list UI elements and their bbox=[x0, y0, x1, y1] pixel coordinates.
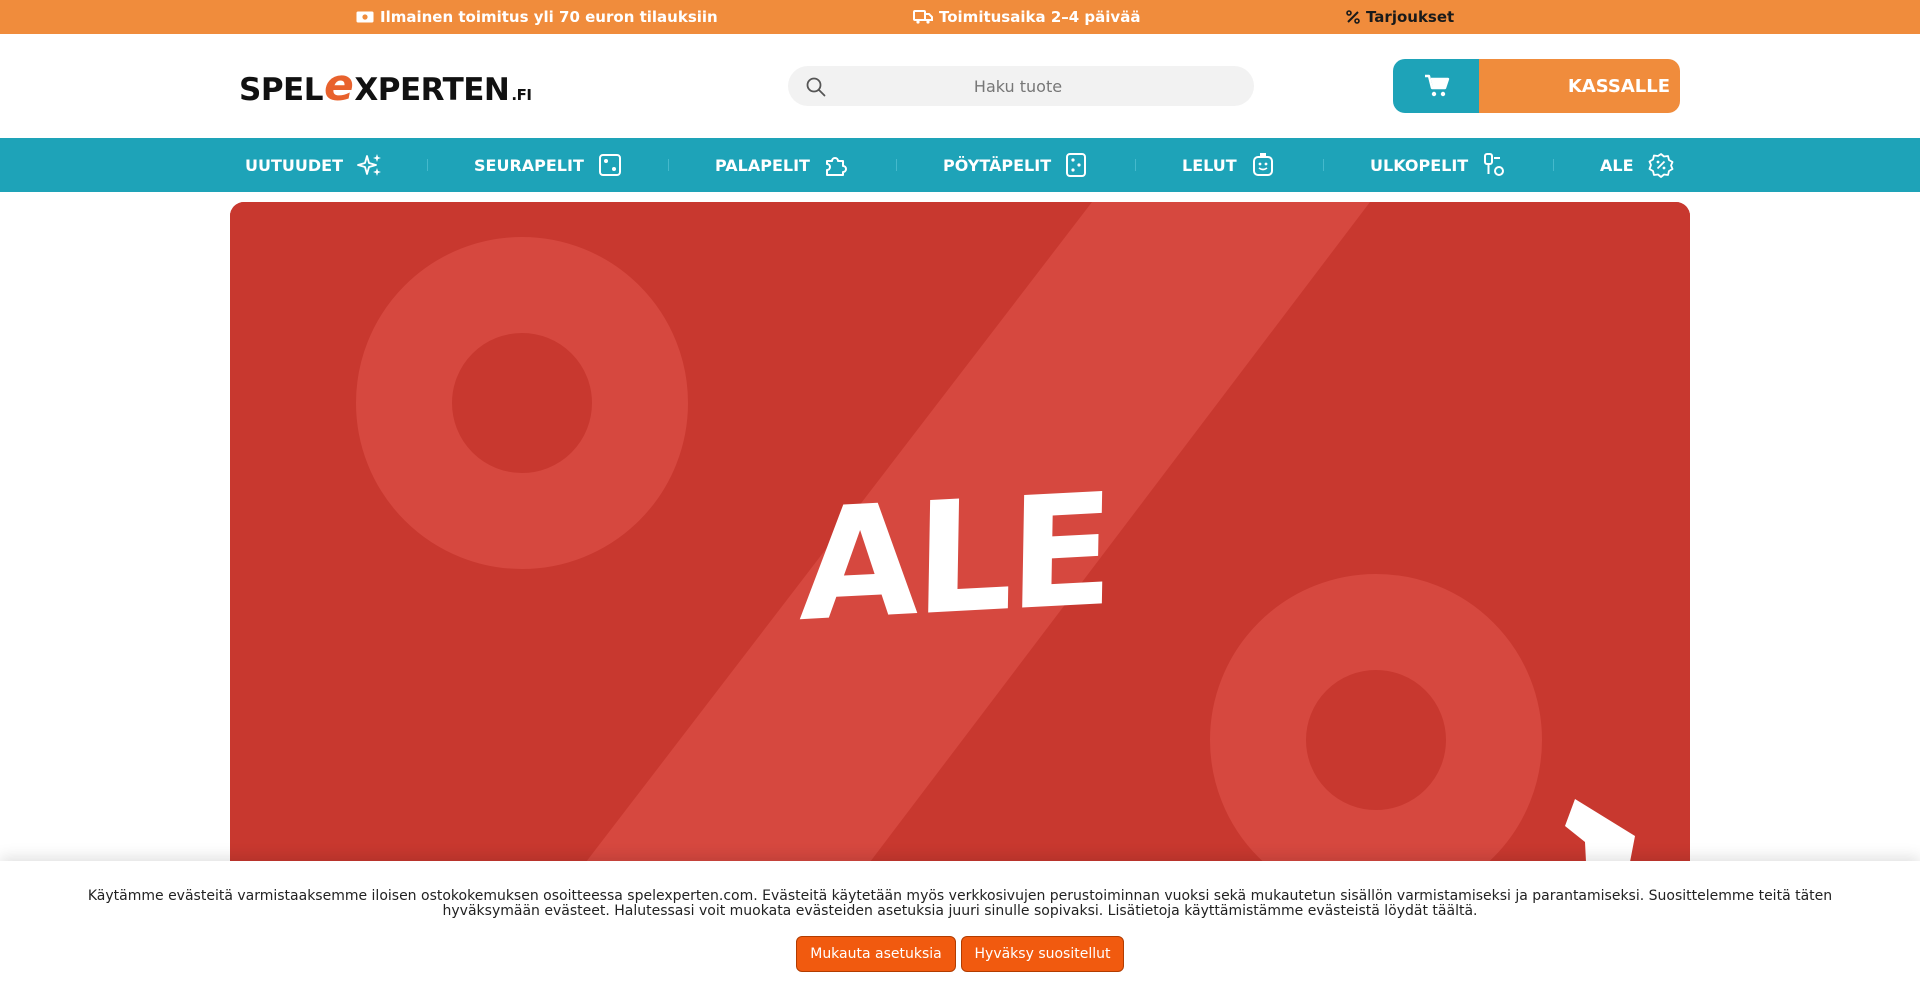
customize-cookies-button[interactable]: Mukauta asetuksia bbox=[796, 936, 956, 972]
nav-separator bbox=[1323, 159, 1324, 171]
free-shipping-notice: Ilmainen toimitus yli 70 euron tilauksii… bbox=[356, 8, 718, 26]
nav-separator bbox=[1135, 159, 1136, 171]
truck-icon bbox=[913, 10, 933, 24]
nav-label: PÖYTÄPELIT bbox=[943, 155, 1052, 175]
logo-wordmark: SPEL e XPERTEN .FI bbox=[239, 64, 544, 117]
board-game-icon bbox=[1066, 153, 1087, 177]
nav-item-uutuudet[interactable]: UUTUUDET bbox=[245, 138, 383, 192]
nav-item-seurapelit[interactable]: SEURAPELIT bbox=[474, 138, 622, 192]
sale-title: ALE bbox=[795, 461, 1115, 657]
logo-part-fi: .FI bbox=[511, 86, 532, 104]
site-logo[interactable]: SPEL e XPERTEN .FI bbox=[239, 64, 544, 109]
cookie-consent-bar: Käytämme evästeitä varmistaaksemme ilois… bbox=[0, 861, 1920, 993]
nav-item-lelut[interactable]: LELUT bbox=[1182, 138, 1275, 192]
nav-item-palapelit[interactable]: PALAPELIT bbox=[715, 138, 850, 192]
toy-icon bbox=[1252, 153, 1273, 176]
main-navigation: UUTUUDET SEURAPELIT PALAPELIT PÖYTÄPELIT… bbox=[0, 138, 1920, 192]
search-bar bbox=[788, 66, 1254, 106]
logo-part-e: e bbox=[323, 60, 354, 111]
offers-label: Tarjoukset bbox=[1366, 8, 1455, 26]
delivery-time-notice: Toimitusaika 2–4 päivää bbox=[913, 8, 1140, 26]
accept-recommended-button[interactable]: Hyväksy suositellut bbox=[961, 936, 1124, 972]
cookie-consent-text: Käytämme evästeitä varmistaaksemme ilois… bbox=[87, 888, 1833, 919]
discount-badge-icon bbox=[1648, 153, 1673, 178]
nav-separator bbox=[1553, 159, 1554, 171]
nav-label: ULKOPELIT bbox=[1370, 155, 1469, 175]
search-input[interactable] bbox=[838, 66, 1198, 106]
delivery-time-text: Toimitusaika 2–4 päivää bbox=[939, 8, 1141, 26]
checkout-label: KASSALLE bbox=[1567, 75, 1670, 97]
offers-link[interactable]: Tarjoukset bbox=[1346, 8, 1454, 26]
search-icon[interactable] bbox=[806, 77, 826, 97]
nav-label: LELUT bbox=[1182, 155, 1237, 175]
top-info-bar: Ilmainen toimitus yli 70 euron tilauksii… bbox=[0, 0, 1920, 34]
nav-item-ale[interactable]: ALE bbox=[1600, 138, 1674, 192]
money-icon bbox=[356, 11, 374, 23]
nav-label: SEURAPELIT bbox=[474, 155, 584, 175]
nav-label: PALAPELIT bbox=[715, 155, 810, 175]
nav-label: UUTUUDET bbox=[245, 155, 344, 175]
checkout-button[interactable]: KASSALLE bbox=[1479, 59, 1680, 113]
nav-separator bbox=[668, 159, 669, 171]
percent-icon bbox=[1346, 10, 1360, 24]
free-shipping-text: Ilmainen toimitus yli 70 euron tilauksii… bbox=[380, 8, 718, 26]
nav-item-ulkopelit[interactable]: ULKOPELIT bbox=[1370, 138, 1506, 192]
logo-part-spel: SPEL bbox=[239, 72, 323, 108]
sparkles-icon bbox=[357, 154, 382, 176]
logo-part-xperten: XPERTEN bbox=[354, 72, 510, 108]
nav-separator bbox=[896, 159, 897, 171]
sale-title-text: ALE bbox=[798, 460, 1112, 657]
nav-separator bbox=[427, 159, 428, 171]
nav-label: ALE bbox=[1600, 155, 1634, 175]
site-header: SPELeXPERTEN.FI KASSALLE bbox=[0, 34, 1920, 138]
cart-button[interactable] bbox=[1393, 59, 1480, 113]
puzzle-icon bbox=[825, 157, 847, 176]
nav-item-poytapelit[interactable]: PÖYTÄPELIT bbox=[943, 138, 1087, 192]
cart-icon bbox=[1424, 74, 1449, 97]
sale-hero-banner[interactable]: ALE bbox=[230, 202, 1690, 862]
dice-icon bbox=[598, 154, 621, 176]
outdoor-game-icon bbox=[1484, 153, 1505, 176]
